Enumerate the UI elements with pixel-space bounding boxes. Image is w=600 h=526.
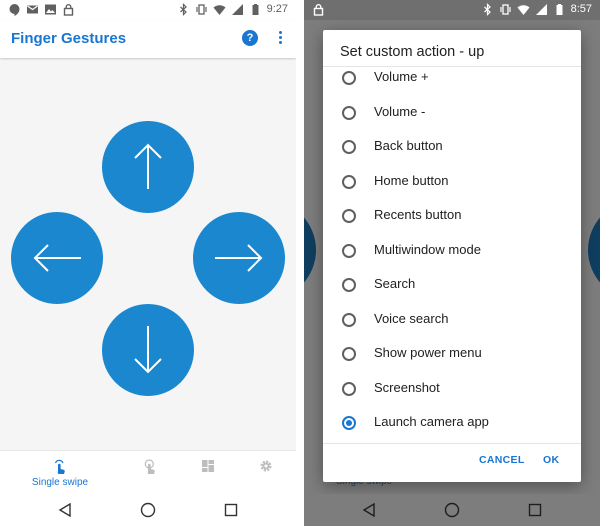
radio-button-checked[interactable] bbox=[342, 416, 356, 430]
status-bar: 9:27 bbox=[0, 0, 296, 20]
signal-icon bbox=[535, 4, 547, 15]
status-bar: 8:57 bbox=[304, 0, 600, 20]
option-label: Home button bbox=[374, 172, 449, 188]
tab-single-swipe[interactable]: Single swipe bbox=[20, 451, 100, 495]
radio-button[interactable] bbox=[342, 209, 356, 223]
option-label: Volume + bbox=[374, 69, 429, 84]
more-vert-icon[interactable] bbox=[279, 31, 283, 45]
battery-icon bbox=[252, 4, 259, 15]
app-title: Finger Gestures bbox=[11, 30, 127, 47]
swipe-down-button[interactable] bbox=[102, 304, 194, 396]
arrow-down-icon bbox=[134, 326, 162, 374]
bluetooth-icon bbox=[483, 3, 491, 16]
help-icon[interactable]: ? bbox=[242, 30, 258, 46]
app-bar: Finger Gestures ? bbox=[0, 20, 296, 58]
swipe-icon bbox=[54, 459, 65, 474]
right-screen: 8:57 Single swipe Set custom action - up… bbox=[304, 0, 600, 526]
lock-icon bbox=[63, 4, 74, 16]
arrow-up-icon bbox=[134, 143, 162, 189]
option-label: Search bbox=[374, 276, 416, 291]
back-icon[interactable] bbox=[58, 502, 72, 518]
vibrate-icon bbox=[499, 4, 511, 15]
radio-button[interactable] bbox=[342, 140, 356, 154]
cancel-button[interactable]: CANCEL bbox=[479, 454, 525, 466]
radio-button[interactable] bbox=[342, 278, 356, 292]
wifi-icon bbox=[213, 5, 226, 15]
option-back-button[interactable]: Back button bbox=[323, 130, 581, 164]
radio-button[interactable] bbox=[342, 347, 356, 361]
option-multiwindow-mode[interactable]: Multiwindow mode bbox=[323, 234, 581, 268]
option-label: Multiwindow mode bbox=[374, 241, 481, 257]
system-nav-bar bbox=[0, 494, 296, 526]
radio-button[interactable] bbox=[342, 71, 356, 85]
settings-icon bbox=[260, 460, 272, 472]
swipe-right-button[interactable] bbox=[193, 212, 285, 304]
home-icon[interactable] bbox=[444, 502, 460, 518]
option-volume-up[interactable]: Volume + bbox=[323, 67, 581, 95]
option-label: Voice search bbox=[374, 310, 449, 326]
radio-button[interactable] bbox=[342, 243, 356, 258]
gesture-pad bbox=[0, 60, 296, 450]
radio-button[interactable] bbox=[342, 174, 356, 189]
arrow-left-icon bbox=[33, 244, 81, 272]
option-label: Volume - bbox=[374, 103, 426, 119]
action-options-list[interactable]: Volume + Volume - Back button Home butto… bbox=[323, 66, 581, 444]
swipe-left-button[interactable] bbox=[11, 212, 103, 304]
status-time: 9:27 bbox=[266, 3, 288, 15]
system-nav-bar bbox=[304, 494, 600, 526]
option-label: Recents button bbox=[374, 207, 462, 222]
bluetooth-icon bbox=[179, 3, 187, 16]
wifi-icon bbox=[517, 5, 530, 15]
recents-icon[interactable] bbox=[528, 502, 542, 518]
lock-icon bbox=[313, 4, 324, 16]
gmail-icon bbox=[27, 5, 38, 14]
recents-icon[interactable] bbox=[224, 502, 238, 518]
double-touch-icon bbox=[144, 459, 155, 474]
option-voice-search[interactable]: Voice search bbox=[323, 303, 581, 337]
dashboard-icon bbox=[202, 460, 214, 472]
option-label: Screenshot bbox=[374, 379, 440, 395]
custom-action-dialog: Set custom action - up Volume + Volume -… bbox=[323, 30, 581, 482]
screen-divider bbox=[296, 0, 304, 526]
arrow-right-icon bbox=[215, 244, 263, 272]
bg-gesture-circle bbox=[304, 200, 316, 300]
left-screen: 9:27 Finger Gestures ? Single swipe bbox=[0, 0, 296, 526]
ok-button[interactable]: OK bbox=[543, 454, 559, 466]
option-volume-down[interactable]: Volume - bbox=[323, 96, 581, 130]
status-time: 8:57 bbox=[570, 3, 592, 15]
option-label: Back button bbox=[374, 138, 443, 153]
battery-icon bbox=[556, 4, 563, 15]
option-recents-button[interactable]: Recents button bbox=[323, 199, 581, 233]
option-show-power-menu[interactable]: Show power menu bbox=[323, 337, 581, 371]
option-launch-camera-app[interactable]: Launch camera app bbox=[323, 406, 581, 440]
swipe-up-button[interactable] bbox=[102, 121, 194, 213]
radio-button[interactable] bbox=[342, 381, 356, 396]
option-screenshot[interactable]: Screenshot bbox=[323, 372, 581, 406]
dialog-title: Set custom action - up bbox=[340, 44, 485, 60]
tab-double-touch[interactable] bbox=[138, 451, 162, 495]
tab-settings[interactable] bbox=[254, 451, 278, 495]
option-label: Show power menu bbox=[374, 345, 482, 360]
option-label: Launch camera app bbox=[374, 414, 489, 429]
back-icon[interactable] bbox=[362, 502, 376, 518]
signal-icon bbox=[231, 4, 243, 15]
radio-button[interactable] bbox=[342, 105, 356, 120]
tab-dashboard[interactable] bbox=[196, 451, 220, 495]
radio-button[interactable] bbox=[342, 312, 356, 327]
option-search[interactable]: Search bbox=[323, 268, 581, 302]
home-icon[interactable] bbox=[140, 502, 156, 518]
image-icon bbox=[45, 4, 56, 15]
hangouts-icon bbox=[9, 4, 20, 16]
vibrate-icon bbox=[195, 4, 207, 15]
tab-label: Single swipe bbox=[31, 477, 89, 488]
bg-gesture-circle bbox=[588, 200, 600, 300]
bottom-navigation: Single swipe bbox=[0, 450, 296, 495]
option-home-button[interactable]: Home button bbox=[323, 165, 581, 199]
